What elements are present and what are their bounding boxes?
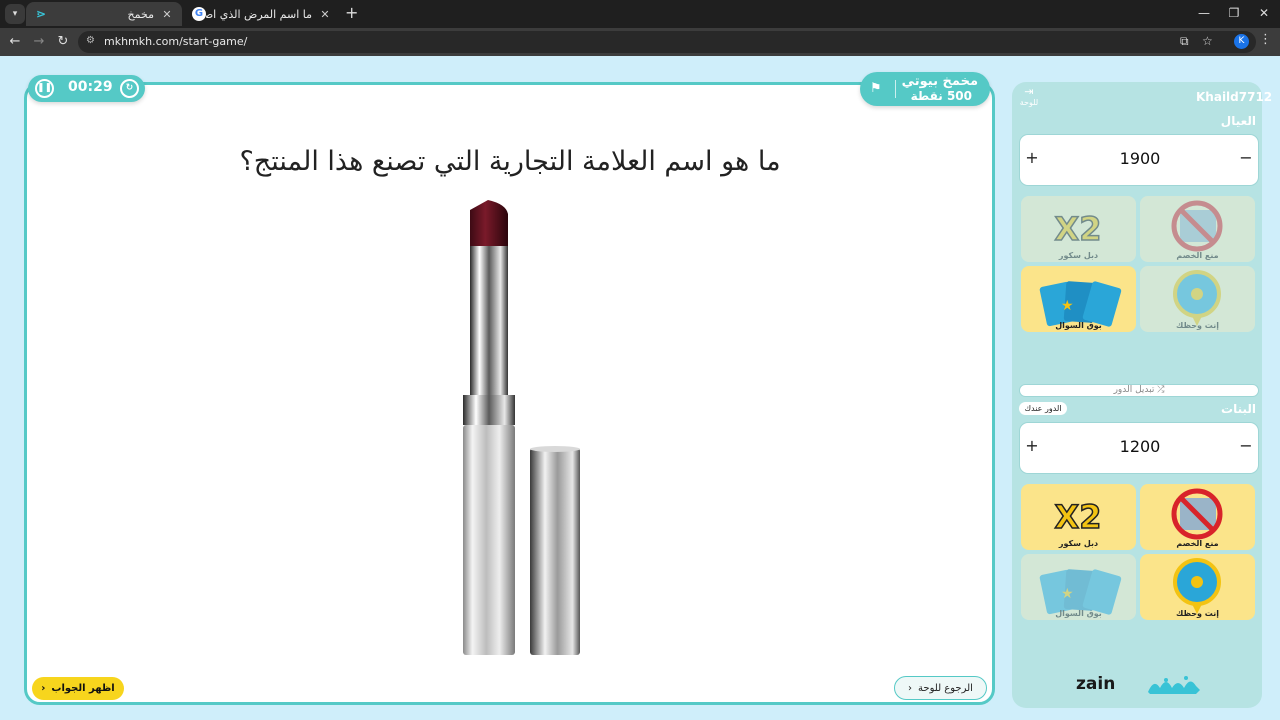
aid-label: إنت وحظك: [1176, 609, 1219, 618]
profile-avatar[interactable]: K: [1234, 34, 1249, 49]
tab-search-button[interactable]: ▾: [5, 4, 25, 24]
svg-text:★: ★: [1061, 586, 1074, 602]
back-icon[interactable]: ←: [6, 33, 24, 51]
aid-label: بوق السوال: [1055, 609, 1102, 618]
aid-label: إنت وحظك: [1176, 321, 1219, 330]
team-2-score: 1200: [1119, 437, 1161, 456]
aid-label: منع الخصم: [1176, 251, 1219, 260]
increase-score-button[interactable]: +: [1022, 436, 1042, 455]
mkhmkh-logo: [1148, 676, 1200, 694]
reload-icon[interactable]: ↻: [54, 33, 72, 51]
url-text: mkhmkh.com/start-game/: [104, 35, 248, 48]
google-favicon-icon: G: [192, 7, 206, 21]
switch-turn-button[interactable]: ⤮ تبديل الدور: [1019, 384, 1259, 397]
chevron-left-icon: ‹: [41, 683, 46, 694]
install-app-icon[interactable]: ⧉: [1180, 34, 1189, 49]
show-answer-button[interactable]: اظهر الجواب ‹: [32, 677, 124, 700]
switch-turn-label: تبديل الدور: [1113, 385, 1155, 395]
close-window-icon[interactable]: ✕: [1254, 6, 1274, 20]
site-info-icon[interactable]: ⚙: [86, 35, 95, 46]
question-text: ما هو اسم العلامة التجارية التي تصنع هذا…: [239, 146, 781, 177]
forward-icon[interactable]: →: [30, 33, 48, 51]
divider: [895, 80, 896, 98]
increase-score-button[interactable]: +: [1022, 148, 1042, 167]
timer-pill: ❚❚ 00:29 ↻: [28, 75, 145, 102]
close-tab-icon[interactable]: ✕: [318, 8, 332, 21]
aid-label: بوق السوال: [1055, 321, 1102, 330]
aid-luck-wheel[interactable]: إنت وحظك: [1140, 554, 1255, 620]
reset-icon[interactable]: ↻: [120, 79, 139, 98]
decrease-score-button[interactable]: −: [1236, 436, 1256, 455]
chevron-left-icon: ‹: [908, 682, 913, 694]
mkhmkh-favicon-icon: ⋗: [35, 7, 47, 21]
board-link[interactable]: ⇥ للوحة: [1018, 85, 1040, 108]
shuffle-icon: ⤮: [1157, 385, 1165, 395]
back-to-board-label: الرجوع للوحة: [918, 682, 973, 694]
pause-icon[interactable]: ❚❚: [35, 79, 54, 98]
team-1-score: 1900: [1119, 149, 1161, 168]
team-1-name: العيال: [1220, 114, 1256, 128]
svg-text:★: ★: [1061, 298, 1074, 314]
bookmark-star-icon[interactable]: ☆: [1202, 34, 1213, 48]
category-points: 500 نقطة: [910, 89, 972, 103]
board-link-label: للوحة: [1019, 98, 1039, 107]
flag-icon[interactable]: ⚑: [870, 80, 882, 98]
turn-badge: الدور عندك: [1019, 402, 1067, 415]
aid-label: منع الخصم: [1176, 539, 1219, 548]
show-answer-label: اظهر الجواب: [51, 683, 115, 694]
team-2-name: البنات: [1221, 402, 1256, 416]
back-to-board-button[interactable]: الرجوع للوحة ‹: [894, 676, 987, 700]
browser-tab-bar: ▾ ⋗ مخمخ ✕ G ما اسم المرض الذي اصاب جورا…: [0, 0, 1280, 28]
decrease-score-button[interactable]: −: [1236, 148, 1256, 167]
team-1-score-box: + 1900 −: [1019, 134, 1259, 186]
aid-label: دبل سكور: [1058, 539, 1099, 548]
browser-menu-icon[interactable]: ⋮: [1259, 32, 1272, 47]
exit-icon: ⇥: [1024, 85, 1034, 98]
aid-block-opponent[interactable]: منع الخصم: [1140, 484, 1255, 550]
address-bar[interactable]: ⚙ mkhmkh.com/start-game/ ⧉ ☆: [78, 31, 1256, 53]
aid-label: دبل سكور: [1058, 251, 1099, 260]
close-tab-icon[interactable]: ✕: [160, 8, 174, 21]
team-2-score-box: + 1200 −: [1019, 422, 1259, 474]
aid-double-score[interactable]: X2 دبل سكور: [1021, 484, 1136, 550]
aid-question-horn[interactable]: ★ بوق السوال: [1021, 266, 1136, 332]
tab-title: ما اسم المرض الذي اصاب جورا...: [206, 7, 312, 21]
browser-toolbar: ← → ↻ ⚙ mkhmkh.com/start-game/ ⧉ ☆ K ⋮: [0, 28, 1280, 56]
timer: 00:29: [68, 79, 113, 95]
category-pill: مخمخ بيوتي 500 نقطة ⚑: [860, 72, 990, 106]
browser-tab-active[interactable]: ⋗ مخمخ ✕: [26, 2, 182, 26]
tab-title: مخمخ: [127, 7, 154, 21]
category-name: مخمخ بيوتي: [901, 74, 978, 89]
player-name: Khaild7712: [1196, 90, 1273, 104]
aid-luck-wheel[interactable]: إنت وحظك: [1140, 266, 1255, 332]
aid-double-score[interactable]: X2 دبل سكور: [1021, 196, 1136, 262]
aid-block-opponent[interactable]: منع الخصم: [1140, 196, 1255, 262]
zain-logo: zain: [1076, 674, 1116, 694]
minimize-icon[interactable]: —: [1194, 6, 1214, 20]
lipstick-image: [463, 200, 580, 655]
svg-text:X2: X2: [1055, 210, 1102, 248]
new-tab-icon[interactable]: +: [345, 5, 358, 21]
restore-icon[interactable]: ❐: [1224, 6, 1244, 20]
aid-question-horn[interactable]: ★ بوق السوال: [1021, 554, 1136, 620]
browser-tab-inactive[interactable]: G ما اسم المرض الذي اصاب جورا... ✕: [184, 2, 340, 26]
svg-text:X2: X2: [1055, 498, 1102, 536]
